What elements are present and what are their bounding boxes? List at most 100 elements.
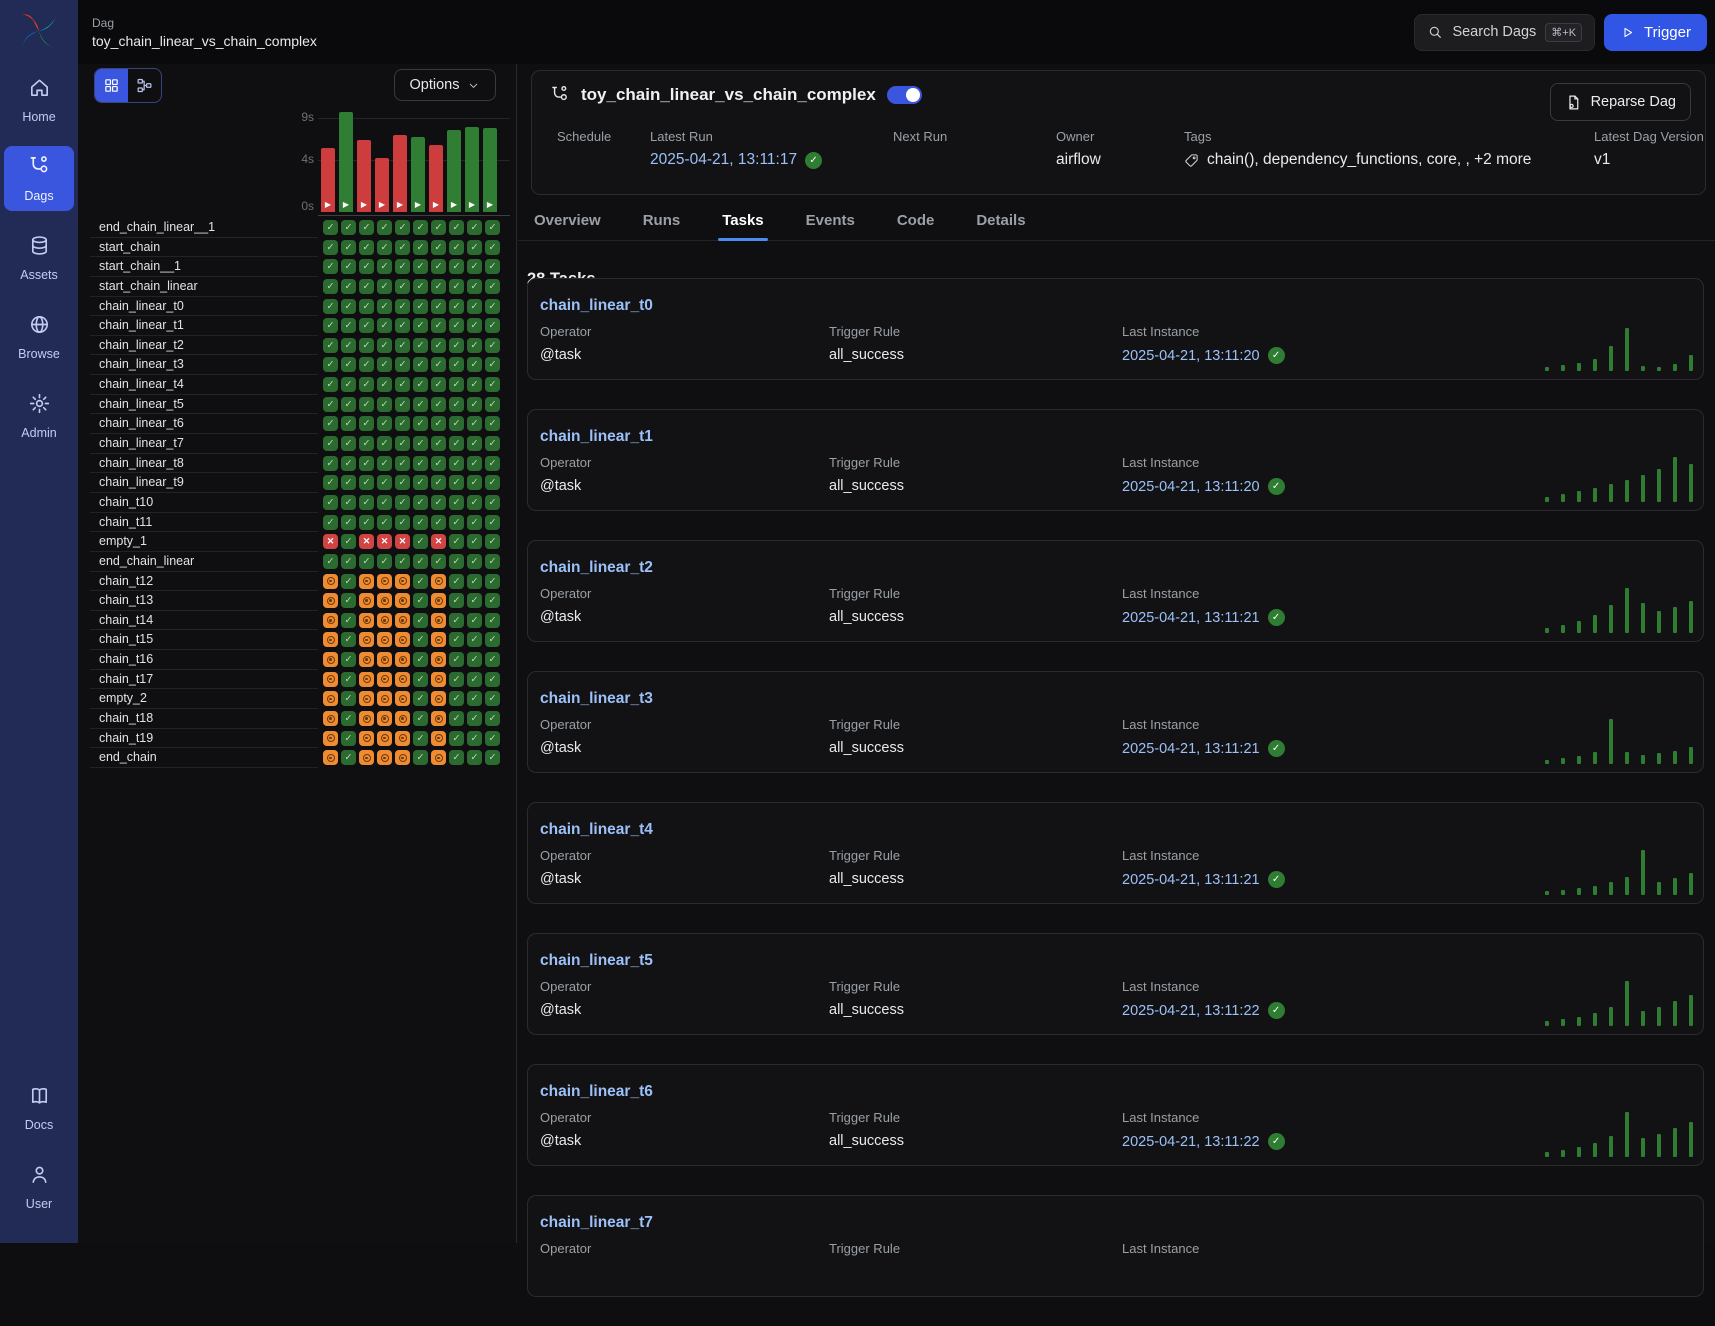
task-instance-upstream_failed[interactable] [395, 632, 410, 647]
task-instance-success[interactable]: ✓ [449, 711, 464, 726]
task-instance-success[interactable]: ✓ [341, 495, 356, 510]
task-instance-upstream_failed[interactable] [359, 613, 374, 628]
task-instance-success[interactable]: ✓ [485, 672, 500, 687]
task-instance-success[interactable]: ✓ [431, 416, 446, 431]
mini-bar[interactable] [1577, 621, 1581, 633]
task-row-label[interactable]: chain_linear_t1 [99, 318, 184, 332]
sidebar-item-home[interactable]: Home [4, 67, 74, 132]
task-instance-success[interactable]: ✓ [485, 240, 500, 255]
mini-bar[interactable] [1673, 751, 1677, 764]
task-instance-success[interactable]: ✓ [359, 338, 374, 353]
task-instance-success[interactable]: ✓ [341, 318, 356, 333]
task-instance-success[interactable]: ✓ [467, 259, 482, 274]
task-instance-success[interactable]: ✓ [449, 259, 464, 274]
task-row-label[interactable]: chain_t19 [99, 731, 153, 745]
task-instance-success[interactable]: ✓ [431, 220, 446, 235]
task-instance-success[interactable]: ✓ [485, 593, 500, 608]
task-instance-upstream_failed[interactable] [395, 731, 410, 746]
mini-bar[interactable] [1577, 491, 1581, 502]
task-instance-upstream_failed[interactable] [323, 613, 338, 628]
task-instance-success[interactable]: ✓ [377, 240, 392, 255]
task-instance-success[interactable]: ✓ [467, 475, 482, 490]
mini-bar[interactable] [1609, 484, 1613, 502]
task-instance-success[interactable]: ✓ [359, 318, 374, 333]
dag-run-bar-success[interactable]: ▶ [483, 128, 497, 212]
task-instance-success[interactable]: ✓ [377, 299, 392, 314]
task-row-label[interactable]: chain_linear_t6 [99, 416, 184, 430]
task-instance-success[interactable]: ✓ [467, 436, 482, 451]
task-instance-success[interactable]: ✓ [449, 436, 464, 451]
task-instance-success[interactable]: ✓ [359, 299, 374, 314]
task-instance-upstream_failed[interactable] [377, 711, 392, 726]
task-instance-success[interactable]: ✓ [413, 731, 428, 746]
mini-bar[interactable] [1641, 1011, 1645, 1026]
options-button[interactable]: Options [394, 69, 496, 101]
mini-bar[interactable] [1673, 1128, 1677, 1157]
task-instance-success[interactable]: ✓ [323, 397, 338, 412]
task-instance-success[interactable]: ✓ [431, 554, 446, 569]
task-instance-success[interactable]: ✓ [377, 554, 392, 569]
task-instance-success[interactable]: ✓ [341, 672, 356, 687]
task-instance-success[interactable]: ✓ [485, 357, 500, 372]
task-instance-success[interactable]: ✓ [377, 515, 392, 530]
task-instance-success[interactable]: ✓ [413, 554, 428, 569]
task-row-label[interactable]: start_chain__1 [99, 259, 181, 273]
mini-bar[interactable] [1657, 753, 1661, 764]
task-instance-success[interactable]: ✓ [431, 338, 446, 353]
mini-bar[interactable] [1577, 756, 1581, 764]
mini-bar[interactable] [1625, 480, 1629, 502]
task-instance-upstream_failed[interactable] [377, 750, 392, 765]
breadcrumb-dag[interactable]: Dag [92, 16, 317, 30]
mini-bar[interactable] [1593, 488, 1597, 502]
task-instance-success[interactable]: ✓ [341, 750, 356, 765]
task-row-label[interactable]: empty_2 [99, 691, 147, 705]
task-instance-success[interactable]: ✓ [449, 240, 464, 255]
task-instance-success[interactable]: ✓ [467, 731, 482, 746]
mini-bar[interactable] [1609, 719, 1613, 764]
mini-bar[interactable] [1689, 601, 1693, 633]
task-instance-success[interactable]: ✓ [359, 397, 374, 412]
task-instance-success[interactable]: ✓ [395, 554, 410, 569]
task-instance-upstream_failed[interactable] [377, 672, 392, 687]
task-instance-success[interactable]: ✓ [467, 613, 482, 628]
task-instance-success[interactable]: ✓ [413, 750, 428, 765]
task-instance-success[interactable]: ✓ [377, 338, 392, 353]
task-instance-success[interactable]: ✓ [341, 534, 356, 549]
task-instance-success[interactable]: ✓ [485, 613, 500, 628]
dag-enabled-toggle[interactable] [887, 86, 922, 104]
task-row-label[interactable]: chain_linear_t8 [99, 456, 184, 470]
task-instance-success[interactable]: ✓ [431, 515, 446, 530]
task-instance-failed[interactable]: ✕ [359, 534, 374, 549]
task-instance-success[interactable]: ✓ [449, 456, 464, 471]
mini-bar[interactable] [1561, 365, 1565, 371]
dag-run-bar-failed[interactable]: ▶ [321, 148, 335, 212]
task-name-link[interactable]: chain_linear_t7 [540, 1214, 653, 1232]
task-instance-success[interactable]: ✓ [485, 299, 500, 314]
task-instance-success[interactable]: ✓ [485, 416, 500, 431]
task-instance-success[interactable]: ✓ [467, 495, 482, 510]
mini-bar[interactable] [1561, 890, 1565, 895]
dag-run-bar-failed[interactable]: ▶ [357, 140, 371, 212]
task-instance-upstream_failed[interactable] [431, 613, 446, 628]
task-instance-success[interactable]: ✓ [449, 632, 464, 647]
task-instance-success[interactable]: ✓ [431, 299, 446, 314]
task-instance-upstream_failed[interactable] [359, 731, 374, 746]
task-instance-upstream_failed[interactable] [323, 652, 338, 667]
task-instance-upstream_failed[interactable] [395, 711, 410, 726]
tab-events[interactable]: Events [802, 212, 859, 240]
task-instance-success[interactable]: ✓ [377, 357, 392, 372]
task-instance-success[interactable]: ✓ [467, 691, 482, 706]
mini-bar[interactable] [1577, 363, 1581, 371]
task-instance-success[interactable]: ✓ [449, 318, 464, 333]
task-instance-success[interactable]: ✓ [467, 240, 482, 255]
task-instance-success[interactable]: ✓ [395, 397, 410, 412]
task-instance-success[interactable]: ✓ [467, 672, 482, 687]
task-instance-success[interactable]: ✓ [485, 475, 500, 490]
mini-bar[interactable] [1577, 1147, 1581, 1157]
mini-bar[interactable] [1657, 611, 1661, 633]
mini-bar[interactable] [1593, 1143, 1597, 1157]
mini-bar[interactable] [1657, 882, 1661, 895]
task-instance-success[interactable]: ✓ [467, 711, 482, 726]
task-instance-success[interactable]: ✓ [413, 397, 428, 412]
task-row-label[interactable]: chain_t10 [99, 495, 153, 509]
